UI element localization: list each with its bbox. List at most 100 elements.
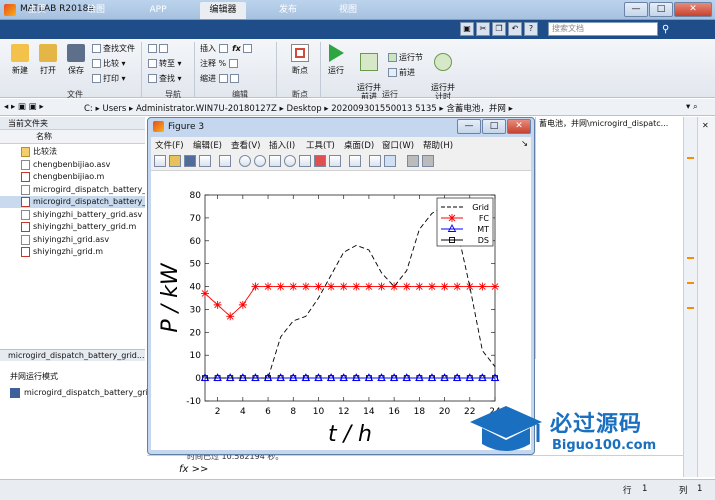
details-item[interactable]: microgird_dispatch_battery_grid: [24, 388, 153, 397]
advance-button[interactable]: 前进: [388, 67, 415, 79]
details-panel: 并网运行模式 microgird_dispatch_battery_grid: [0, 361, 153, 479]
find-button[interactable]: 查找 ▾: [148, 73, 182, 85]
figure-maximize-button[interactable]: □: [482, 119, 506, 134]
help-quick-icon[interactable]: ?: [524, 22, 538, 36]
menu-view[interactable]: 查看(V): [231, 139, 260, 151]
open-button[interactable]: 打开: [36, 44, 60, 76]
y-tick-label: 50: [190, 260, 202, 270]
back-icon: [148, 44, 157, 53]
column-header-name[interactable]: 名称: [0, 130, 145, 144]
ribbon-separator: [141, 42, 142, 98]
copy-quick-icon[interactable]: ❐: [492, 22, 506, 36]
y-tick-label: 20: [190, 328, 202, 338]
indent-label: 缩进: [200, 74, 216, 83]
function-icon: [10, 388, 20, 398]
data-point-fc: [238, 300, 247, 309]
show-plot-tools-icon[interactable]: [407, 155, 419, 167]
tab-view[interactable]: 视图: [330, 2, 366, 19]
indent-icon: [218, 74, 228, 83]
figure-close-button[interactable]: ✕: [507, 119, 531, 134]
tab-publish[interactable]: 发布: [270, 2, 306, 19]
x-tick-label: 18: [414, 407, 426, 417]
x-tick-label: 6: [265, 407, 271, 417]
run-button[interactable]: 运行: [324, 44, 348, 76]
zoom-out-icon[interactable]: [254, 155, 266, 167]
open-figure-icon[interactable]: [169, 155, 181, 167]
insert-button[interactable]: 插入 fx: [200, 43, 254, 55]
data-point-fc: [453, 282, 462, 291]
path-breadcrumb[interactable]: C: ▸ Users ▸ Administrator.WIN7U-2018012…: [84, 102, 513, 114]
run-section-button[interactable]: 运行节: [388, 52, 423, 64]
comment-button[interactable]: 注释 %: [200, 58, 240, 70]
new-button[interactable]: 新建: [8, 44, 32, 76]
link-icon[interactable]: [329, 155, 341, 167]
hide-plot-tools-icon[interactable]: [384, 155, 396, 167]
search-icon[interactable]: ⚲: [662, 24, 669, 35]
tab-home[interactable]: 主页: [20, 2, 54, 19]
nav-buttons[interactable]: ◂ ▸ ▣ ▣ ▸: [4, 102, 44, 112]
new-figure-icon[interactable]: [154, 155, 166, 167]
rotate-icon[interactable]: [284, 155, 296, 167]
menu-edit[interactable]: 编辑(E): [193, 139, 222, 151]
data-point-fc: [226, 312, 235, 321]
dock-icon[interactable]: [422, 155, 434, 167]
data-point-fc: [440, 282, 449, 291]
data-point-fc: [427, 282, 436, 291]
figure-toolbar: [151, 151, 531, 171]
undo-quick-icon[interactable]: ↶: [508, 22, 522, 36]
find-label: 查找: [159, 74, 175, 83]
tab-editor[interactable]: 编辑器: [200, 2, 246, 19]
breakpoints-button[interactable]: 断点: [283, 44, 317, 76]
indent-button[interactable]: 缩进: [200, 73, 241, 85]
data-point-fc: [314, 282, 323, 291]
command-prompt[interactable]: fx >>: [179, 464, 208, 475]
menu-insert[interactable]: 插入(I): [269, 139, 295, 151]
tab-apps[interactable]: APP: [140, 2, 176, 19]
goto-icon: [148, 59, 157, 68]
figure-minimize-button[interactable]: —: [457, 119, 481, 134]
data-point-fc: [276, 282, 285, 291]
print-icon: [92, 74, 101, 83]
tab-plots[interactable]: 绘图: [78, 2, 114, 19]
print-button[interactable]: 打印 ▾: [92, 73, 126, 85]
find-files-button[interactable]: 查找文件: [92, 43, 135, 55]
collapse-icon[interactable]: ✕: [702, 121, 709, 130]
menu-window[interactable]: 窗口(W): [382, 139, 414, 151]
asv-file-icon: [21, 184, 30, 195]
search-docs-input[interactable]: 搜索文档: [548, 22, 658, 36]
menu-dock-icon[interactable]: ↘: [521, 139, 528, 149]
address-bar[interactable]: ◂ ▸ ▣ ▣ ▸ C: ▸ Users ▸ Administrator.WIN…: [0, 99, 715, 116]
comment-icon: [228, 59, 238, 68]
goto-button[interactable]: 转至 ▾: [148, 58, 182, 70]
find-icon: [148, 74, 157, 83]
breakpoints-label: 断点: [292, 66, 308, 75]
save-quick-icon[interactable]: ▣: [460, 22, 474, 36]
close-button[interactable]: ✕: [674, 2, 712, 17]
asv-file-icon: [21, 209, 30, 220]
insert-legend-icon[interactable]: [369, 155, 381, 167]
menu-tools[interactable]: 工具(T): [306, 139, 335, 151]
edit-plot-icon[interactable]: [219, 155, 231, 167]
path-dropdown-icon[interactable]: ▾ ⌕: [686, 102, 698, 112]
menu-help[interactable]: 帮助(H): [423, 139, 453, 151]
colorbar-icon[interactable]: [349, 155, 361, 167]
print-figure-icon[interactable]: [199, 155, 211, 167]
run-time-button[interactable]: 运行并 计时: [428, 44, 458, 101]
cut-quick-icon[interactable]: ✂: [476, 22, 490, 36]
brush-icon[interactable]: [314, 155, 326, 167]
data-cursor-icon[interactable]: [299, 155, 311, 167]
data-point-fc: [327, 282, 336, 291]
minimize-button[interactable]: —: [624, 2, 648, 17]
pan-icon[interactable]: [269, 155, 281, 167]
save-figure-icon[interactable]: [184, 155, 196, 167]
menu-file[interactable]: 文件(F): [155, 139, 184, 151]
run-section-icon: [388, 53, 397, 62]
advance-icon: [388, 68, 397, 77]
back-forward-button[interactable]: [148, 43, 170, 55]
comment-label: 注释: [200, 59, 216, 68]
save-button[interactable]: 保存: [64, 44, 88, 76]
compare-button[interactable]: 比较 ▾: [92, 58, 126, 70]
menu-desktop[interactable]: 桌面(D): [344, 139, 374, 151]
maximize-button[interactable]: □: [649, 2, 673, 17]
zoom-in-icon[interactable]: [239, 155, 251, 167]
